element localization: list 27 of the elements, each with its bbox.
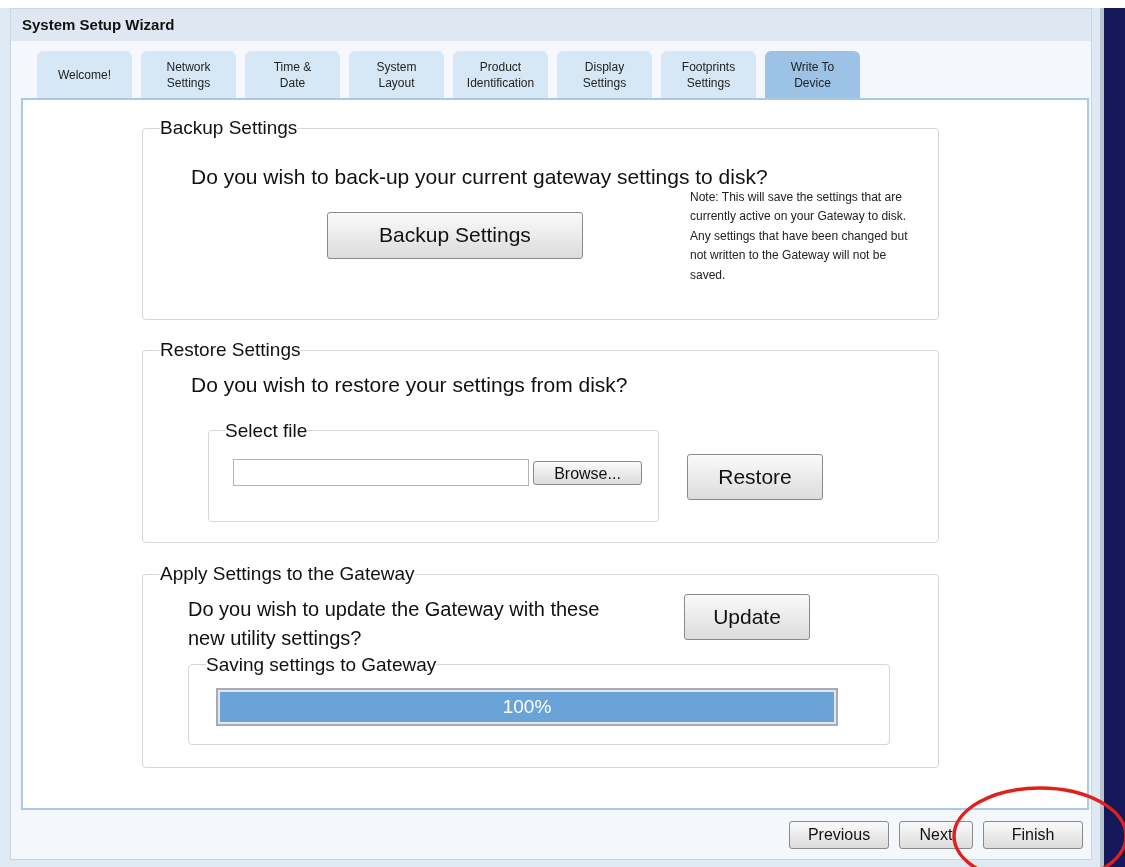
wizard-tab[interactable]: Write To Device: [765, 51, 860, 98]
group-title: Backup Settings: [160, 116, 298, 140]
group-title: Apply Settings to the Gateway: [160, 562, 415, 586]
wizard-nav-button[interactable]: Finish: [983, 821, 1083, 849]
wizard-tab[interactable]: Display Settings: [557, 51, 652, 98]
restore-button[interactable]: Restore: [687, 453, 823, 500]
group-title: Select file: [225, 418, 308, 443]
wizard-tab[interactable]: Time & Date: [245, 51, 340, 98]
wizard-tab[interactable]: Network Settings: [141, 51, 236, 98]
wizard-tab[interactable]: System Layout: [349, 51, 444, 98]
question-text: Do you wish to restore your settings from disk?: [191, 371, 628, 398]
wizard-nav-button[interactable]: Next: [899, 821, 973, 849]
backup-settings-button[interactable]: Backup Settings: [327, 211, 583, 259]
browse-button[interactable]: Browse...: [533, 460, 642, 485]
wizard-tab[interactable]: Footprints Settings: [661, 51, 756, 98]
question-text: Do you wish to back-up your current gateway settings to disk?: [191, 163, 768, 190]
file-path-field[interactable]: [233, 459, 529, 486]
wizard-tab[interactable]: Welcome!: [37, 51, 132, 98]
note-text: Note: This will save the settings that are currently active on your Gateway to disk. Any settings that have been changed but not written to the Gateway will not be saved.: [690, 188, 909, 284]
wizard-tab[interactable]: Product Identification: [453, 51, 548, 98]
question-text: Do you wish to update the Gateway with these new utility settings?: [188, 596, 601, 651]
group-title: Saving settings to Gateway: [206, 652, 437, 677]
wizard-nav-button[interactable]: Previous: [789, 821, 889, 849]
progress-reading: 100%: [501, 694, 553, 719]
update-button[interactable]: Update: [684, 593, 810, 640]
group-title: Restore Settings: [160, 338, 301, 362]
window-title: System Setup Wizard: [11, 9, 1091, 41]
